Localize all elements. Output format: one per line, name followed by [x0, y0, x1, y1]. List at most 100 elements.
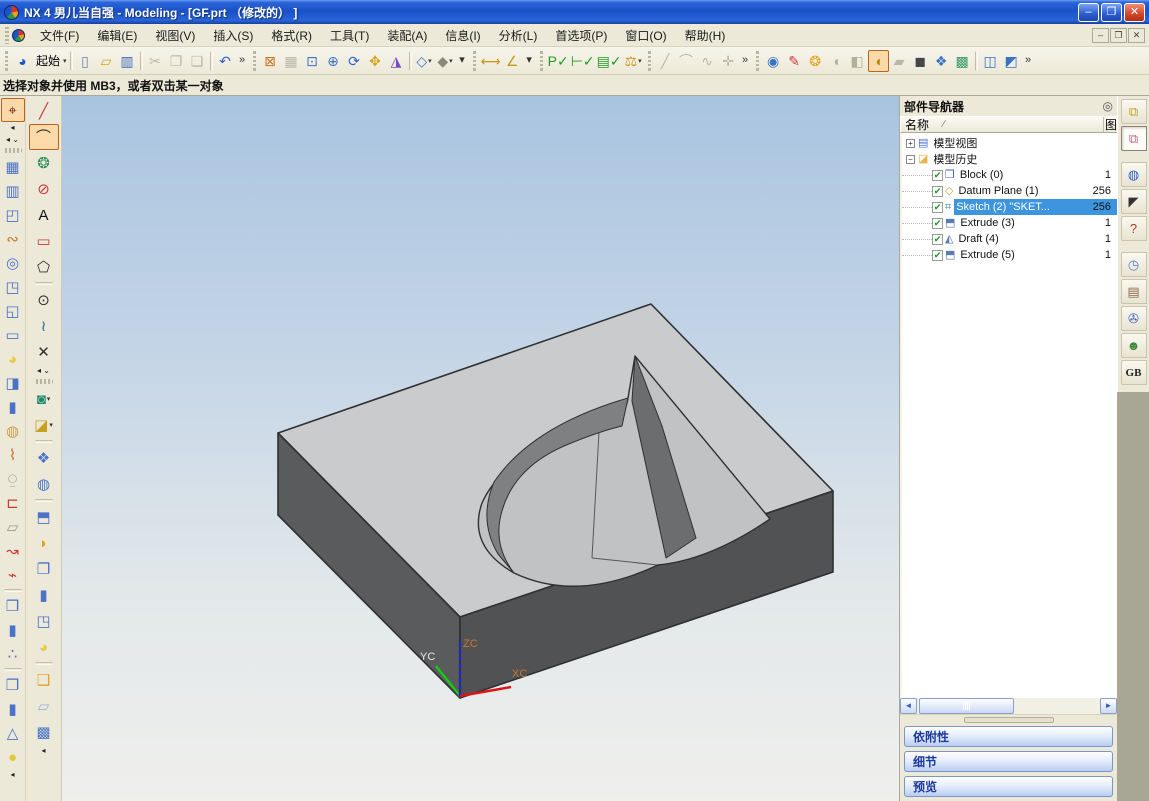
details-panel[interactable]: 细节 — [904, 751, 1113, 772]
sketch-conic-button[interactable]: ≀ — [29, 313, 59, 339]
visualization-tools-tab[interactable]: ✇ — [1120, 306, 1147, 331]
menu-information[interactable]: 信息(I) — [436, 24, 489, 47]
tube-button[interactable]: ▮ — [29, 582, 59, 608]
mdi-close-button[interactable]: ✕ — [1128, 27, 1145, 43]
mdi-restore-button[interactable]: ❐ — [1110, 27, 1127, 43]
sketch-collapse-arrows[interactable]: ◂ ⌄ — [33, 365, 55, 377]
menu-help[interactable]: 帮助(H) — [676, 24, 735, 47]
balance-scale-icon[interactable]: ⚖ ▾ — [623, 50, 644, 72]
instance-array-button[interactable]: ▥ — [1, 179, 25, 203]
web-browser-tab[interactable]: ◍ — [1120, 162, 1147, 187]
history-palette-tab[interactable]: ◷ — [1120, 252, 1147, 277]
tree-item-sketch[interactable]: ✔ ⌗ Sketch (2) "SKET... 256 — [902, 199, 1117, 215]
cone-button[interactable]: △ — [1, 721, 25, 745]
snap-options-arrow[interactable]: ◂ — [2, 122, 24, 134]
sketch-more-arrow[interactable]: ◂ — [33, 745, 55, 757]
unite-button[interactable]: ◙ ▾ — [29, 386, 59, 412]
menu-edit[interactable]: 编辑(E) — [88, 24, 146, 47]
measure-overflow-button[interactable]: ▾ — [523, 50, 536, 72]
pin-icon[interactable]: ◎ — [1103, 99, 1113, 113]
point-set-button[interactable]: ∴ — [1, 642, 25, 666]
standard-overflow-button[interactable]: » — [236, 50, 249, 72]
sheet-body-button[interactable]: ▱ — [29, 693, 59, 719]
menu-view[interactable]: 视图(V) — [146, 24, 204, 47]
help-tab[interactable]: ? — [1120, 216, 1147, 241]
revolve-button[interactable]: ◗ — [29, 530, 59, 556]
toolbar-collapse-arrows[interactable]: ◂ ⌄ — [2, 134, 24, 146]
shaded-display-button[interactable]: ◆ ▾ — [435, 50, 456, 72]
fit-view-button[interactable]: ⊠ — [260, 50, 281, 72]
pocket-button[interactable]: ◳ — [1, 275, 25, 299]
restore-button[interactable]: ❐ — [1101, 2, 1122, 22]
open-file-button[interactable]: ▱ — [96, 50, 117, 72]
rotate-view-button[interactable]: ⟳ — [344, 50, 365, 72]
color-ball-icon[interactable]: ❂ — [805, 50, 826, 72]
menu-format[interactable]: 格式(R) — [262, 24, 321, 47]
clamp-button[interactable]: ⊏ — [1, 491, 25, 515]
sketch-rectangle-button[interactable]: ▭ — [29, 228, 59, 254]
scene-cube-icon[interactable]: ▩ — [952, 50, 973, 72]
sketch-derived-line-button[interactable]: ⊘ — [29, 176, 59, 202]
body-button[interactable]: ❒ — [1, 594, 25, 618]
close-button[interactable]: ✕ — [1124, 2, 1145, 22]
menu-assemblies[interactable]: 装配(A) — [378, 24, 436, 47]
part-navigator-tab[interactable]: ⧉ — [1120, 126, 1147, 151]
share-window-icon[interactable]: ◫ — [980, 50, 1001, 72]
material-cube-icon[interactable]: ◼ — [910, 50, 931, 72]
shell-button[interactable]: ◍ — [1, 419, 25, 443]
sphere-button[interactable]: ● — [1, 745, 25, 769]
block-button[interactable]: ❒ — [1, 673, 25, 697]
note-button[interactable]: ▱ — [1, 515, 25, 539]
sheet-check-icon[interactable]: ▤✓ — [596, 50, 623, 72]
sketch-line-button[interactable]: ╱ — [29, 98, 59, 124]
navigator-column-header[interactable]: 名称 ∕ 图 — [900, 116, 1117, 133]
mdi-minimize-button[interactable]: – — [1092, 27, 1109, 43]
sphere-surface-button[interactable]: ◍ — [29, 471, 59, 497]
menu-insert[interactable]: 插入(S) — [204, 24, 262, 47]
spotlight-icon[interactable]: ◖ — [826, 50, 847, 72]
new-file-button[interactable]: ▯ — [75, 50, 96, 72]
tree-item-draft[interactable]: ✔ ◭ Draft (4) 1 — [902, 231, 1117, 247]
scroll-left-button[interactable]: ◄ — [900, 698, 917, 714]
boss-button[interactable]: ◰ — [1, 203, 25, 227]
sketch-ellipse-button[interactable]: ⊙ — [29, 287, 59, 313]
pattern-cube-button[interactable]: ▩ — [29, 719, 59, 745]
start-menu-button[interactable]: 起始 ▾ — [33, 50, 68, 72]
refresh-view-button[interactable]: ▦ — [281, 50, 302, 72]
graphics-viewport[interactable]: YC ZC XC — [62, 96, 899, 801]
scroll-right-button[interactable]: ► — [1100, 698, 1117, 714]
expression-check-icon[interactable]: P✓ — [547, 50, 570, 72]
slot-button[interactable]: ▭ — [1, 323, 25, 347]
nx-app-icon[interactable]: ◕ — [12, 50, 33, 72]
render-overflow-button[interactable]: » — [1022, 50, 1035, 72]
splitter-grip[interactable] — [963, 716, 1054, 723]
navigator-horizontal-scrollbar[interactable]: ◄ ► — [900, 697, 1117, 714]
primary-more-arrow[interactable]: ◂ — [2, 769, 24, 781]
spline-point-button[interactable]: ⌁ — [1, 563, 25, 587]
panel-splitter[interactable] — [900, 714, 1117, 724]
pan-view-button[interactable]: ✥ — [365, 50, 386, 72]
cube-hole-button[interactable]: ◳ — [29, 608, 59, 634]
rock-sample-icon[interactable]: ▰ — [889, 50, 910, 72]
column-layer-label[interactable]: 图 — [1104, 117, 1117, 132]
view-overflow-button[interactable]: ▾ — [456, 50, 469, 72]
pad-button[interactable]: ◱ — [1, 299, 25, 323]
menu-preferences[interactable]: 首选项(P) — [546, 24, 616, 47]
roles-tab[interactable]: ☻ — [1120, 333, 1147, 358]
hole-button[interactable]: ◎ — [1, 251, 25, 275]
system-palettes-tab[interactable]: ▤ — [1120, 279, 1147, 304]
sheet-box-button[interactable]: ❐ — [29, 556, 59, 582]
sketch-arc-button[interactable]: ⌒ — [28, 124, 59, 150]
artistic-render-icon[interactable]: ✎ — [784, 50, 805, 72]
camera-view-icon[interactable]: ◉ — [763, 50, 784, 72]
sketch-intersect-button[interactable]: ✕ — [29, 339, 59, 365]
wireframe-display-button[interactable]: ◇ ▾ — [414, 50, 435, 72]
cylinder-button[interactable]: ▮ — [1, 697, 25, 721]
menubar-grip[interactable] — [5, 26, 9, 44]
offset-surface-button[interactable]: ❖ — [29, 445, 59, 471]
assembly-navigator-tab[interactable]: ⧉ — [1120, 99, 1147, 124]
paste-button[interactable]: ❏ — [187, 50, 208, 72]
measure-angle-button[interactable]: ∠ — [502, 50, 523, 72]
axis-tool-button[interactable]: ✛ — [718, 50, 739, 72]
pool-button[interactable]: ◕ — [29, 634, 59, 660]
